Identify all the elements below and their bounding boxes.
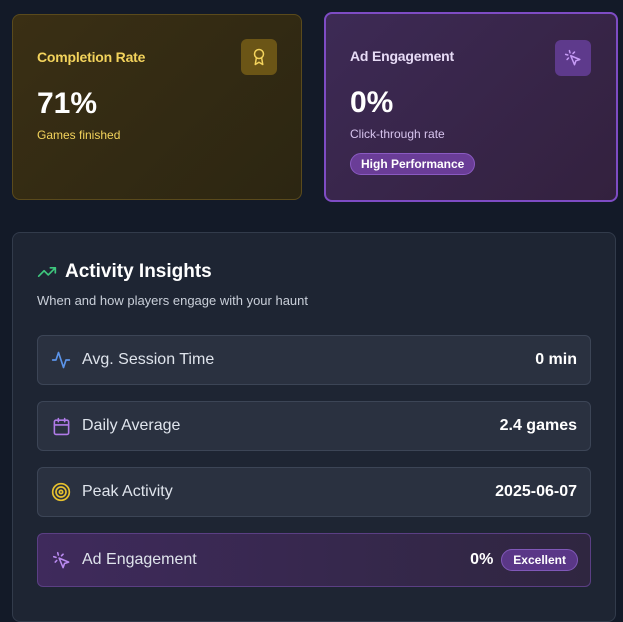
excellent-badge: Excellent [501, 549, 578, 571]
ad-engagement-value: 0% [350, 86, 394, 119]
insight-row-ad-engagement: Ad Engagement 0% Excellent [37, 533, 591, 587]
insight-row-label: Peak Activity [82, 483, 173, 500]
cursor-click-icon [50, 549, 72, 571]
completion-rate-subtitle: Games finished [37, 128, 121, 142]
activity-insights-title: Activity Insights [65, 261, 212, 282]
insight-row-label: Ad Engagement [82, 551, 197, 568]
insight-row-value: 0 min [535, 351, 577, 368]
completion-rate-card: Completion Rate 71% Games finished [12, 14, 302, 200]
insight-row-label: Daily Average [82, 417, 181, 434]
high-performance-badge: High Performance [350, 153, 476, 175]
ad-engagement-card: Ad Engagement 0% Click-through rate High… [324, 12, 618, 202]
insight-row-session-time: Avg. Session Time 0 min [37, 335, 591, 385]
ad-engagement-subtitle: Click-through rate [350, 127, 445, 141]
insight-row-value: 2025-06-07 [495, 483, 577, 500]
ad-engagement-title: Ad Engagement [350, 48, 454, 64]
activity-insights-panel: Activity Insights When and how players e… [12, 232, 616, 622]
completion-rate-value: 71% [37, 87, 98, 120]
completion-rate-title: Completion Rate [37, 49, 146, 65]
target-icon [50, 481, 72, 503]
cursor-click-icon [555, 40, 591, 76]
insight-row-value: 2.4 games [499, 417, 577, 434]
insight-row-daily-average: Daily Average 2.4 games [37, 401, 591, 451]
activity-insights-header: Activity Insights [37, 261, 212, 283]
trending-up-icon [37, 262, 57, 282]
activity-icon [50, 349, 72, 371]
insight-row-peak-activity: Peak Activity 2025-06-07 [37, 467, 591, 517]
insight-row-label: Avg. Session Time [82, 351, 215, 368]
calendar-icon [50, 415, 72, 437]
insight-row-value: 0% [470, 551, 494, 568]
award-icon [241, 39, 277, 75]
activity-insights-subtitle: When and how players engage with your ha… [37, 293, 309, 308]
